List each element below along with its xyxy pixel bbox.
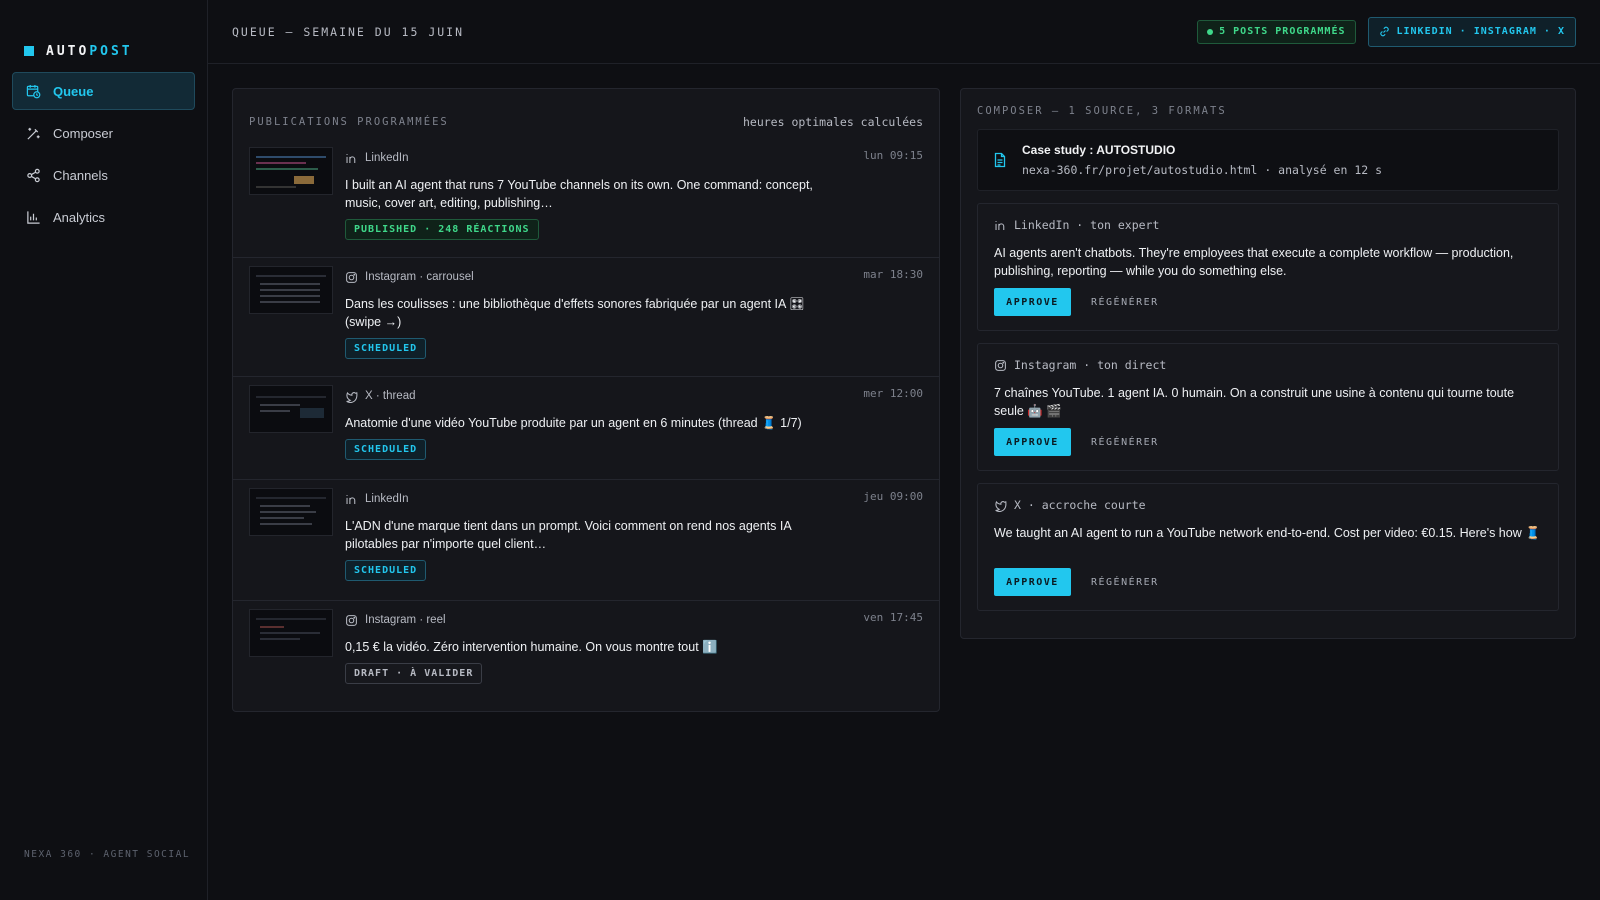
queue-item[interactable]: Instagram · carrousel Dans les coulisses… xyxy=(233,258,939,377)
topbar: QUEUE — SEMAINE DU 15 JUIN 5 POSTS PROGR… xyxy=(208,0,1600,64)
sidebar-footer: NEXA 360 · AGENT SOCIAL xyxy=(24,849,191,860)
queue-panel: PUBLICATIONS PROGRAMMÉES heures optimale… xyxy=(232,88,940,712)
format-text: We taught an AI agent to run a YouTube n… xyxy=(994,526,1541,540)
x-bird-icon xyxy=(995,500,1007,512)
connected-channels-button[interactable]: LINKEDIN · INSTAGRAM · X xyxy=(1367,16,1576,47)
bar-chart-icon xyxy=(27,210,40,224)
composer-panel: COMPOSER — 1 SOURCE, 3 FORMATS Case stud… xyxy=(960,88,1576,639)
status-badge: DRAFT · À VALIDER xyxy=(345,663,483,684)
post-thumbnail xyxy=(249,488,333,536)
post-channel: Instagram · reel xyxy=(365,614,446,626)
sidebar: AUTOPOST Queue Composer Channels Analyti… xyxy=(0,0,208,900)
status-dot-icon xyxy=(1207,28,1214,35)
logo-text: AUTOPOST xyxy=(46,43,133,59)
instagram-icon xyxy=(995,359,1006,371)
queue-item[interactable]: Instagram · reel 0,15 € la vidéo. Zéro i… xyxy=(233,601,939,711)
post-channel: Instagram · carrousel xyxy=(365,271,474,283)
post-thumbnail xyxy=(249,147,333,195)
post-thumbnail xyxy=(249,385,333,433)
linkedin-icon xyxy=(995,220,1005,230)
page-title: QUEUE — SEMAINE DU 15 JUIN xyxy=(232,24,465,39)
topbar-actions: 5 POSTS PROGRAMMÉS LINKEDIN · INSTAGRAM … xyxy=(1197,16,1576,47)
regenerate-button[interactable]: RÉGÉNÉRER xyxy=(1091,577,1159,588)
sidebar-item-label: Queue xyxy=(53,83,94,99)
status-badge: SCHEDULED xyxy=(345,560,427,581)
regenerate-button[interactable]: RÉGÉNÉRER xyxy=(1091,297,1159,308)
share-icon xyxy=(27,168,40,182)
instagram-icon xyxy=(346,271,357,283)
format-text: 7 chaînes YouTube. 1 agent IA. 0 humain.… xyxy=(994,386,1515,418)
sidebar-nav: Queue Composer Channels Analytics xyxy=(0,72,207,236)
scheduled-count-badge[interactable]: 5 POSTS PROGRAMMÉS xyxy=(1197,19,1356,44)
app-logo[interactable]: AUTOPOST xyxy=(0,0,207,72)
magic-wand-icon xyxy=(27,127,40,140)
post-text: L'ADN d'une marque tient dans un prompt.… xyxy=(345,519,792,551)
approve-button[interactable]: APPROVE xyxy=(994,428,1071,456)
status-badge: SCHEDULED xyxy=(345,439,427,460)
queue-panel-title: PUBLICATIONS PROGRAMMÉES xyxy=(249,116,449,128)
scheduled-count-label: 5 POSTS PROGRAMMÉS xyxy=(1219,26,1346,37)
composer-panel-title: COMPOSER — 1 SOURCE, 3 FORMATS xyxy=(977,105,1227,117)
linkedin-icon xyxy=(346,494,356,504)
post-thumbnail xyxy=(249,266,333,314)
main: QUEUE — SEMAINE DU 15 JUIN 5 POSTS PROGR… xyxy=(208,0,1600,900)
sidebar-item-analytics[interactable]: Analytics xyxy=(12,198,195,236)
queue-item[interactable]: LinkedIn L'ADN d'une marque tient dans u… xyxy=(233,480,939,601)
post-text: 0,15 € la vidéo. Zéro intervention humai… xyxy=(345,640,718,654)
instagram-icon xyxy=(346,614,357,626)
regenerate-button[interactable]: RÉGÉNÉRER xyxy=(1091,437,1159,448)
queue-item[interactable]: X · thread Anatomie d'une vidéo YouTube … xyxy=(233,377,939,480)
post-text: I built an AI agent that runs 7 YouTube … xyxy=(345,178,813,210)
format-channel: X · accroche courte xyxy=(1014,498,1146,512)
post-channel: X · thread xyxy=(365,390,416,402)
format-text: AI agents aren't chatbots. They're emplo… xyxy=(994,246,1514,278)
source-meta: nexa-360.fr/projet/autostudio.html · ana… xyxy=(1022,163,1383,177)
connected-channels-label: LINKEDIN · INSTAGRAM · X xyxy=(1396,26,1565,37)
post-channel: LinkedIn xyxy=(365,152,409,164)
sidebar-item-label: Analytics xyxy=(53,209,106,225)
format-card-linkedin: LinkedIn · ton expert AI agents aren't c… xyxy=(977,203,1559,331)
sidebar-item-channels[interactable]: Channels xyxy=(12,156,195,194)
queue-item[interactable]: LinkedIn I built an AI agent that runs 7… xyxy=(233,139,939,258)
source-title: Case study : AUTOSTUDIO xyxy=(1022,143,1176,157)
post-text: Anatomie d'une vidéo YouTube produite pa… xyxy=(345,416,802,430)
post-thumbnail xyxy=(249,609,333,657)
calendar-clock-icon xyxy=(26,84,41,98)
format-channel: Instagram · ton direct xyxy=(1014,358,1167,372)
document-icon xyxy=(994,152,1006,168)
post-channel: LinkedIn xyxy=(365,493,409,505)
x-bird-icon xyxy=(346,391,358,403)
source-card[interactable]: Case study : AUTOSTUDIO nexa-360.fr/proj… xyxy=(977,129,1559,191)
post-text: Dans les coulisses : une bibliothèque d'… xyxy=(345,297,805,329)
status-badge: PUBLISHED · 248 RÉACTIONS xyxy=(345,219,539,240)
post-time: mer 12:00 xyxy=(863,387,923,400)
sidebar-item-composer[interactable]: Composer xyxy=(12,114,195,152)
content: PUBLICATIONS PROGRAMMÉES heures optimale… xyxy=(208,64,1600,712)
post-time: lun 09:15 xyxy=(863,149,923,162)
linkedin-icon xyxy=(346,153,356,163)
status-badge: SCHEDULED xyxy=(345,338,427,359)
post-time: mar 18:30 xyxy=(863,268,923,281)
sidebar-item-label: Channels xyxy=(53,167,108,183)
approve-button[interactable]: APPROVE xyxy=(994,288,1071,316)
optimal-times-note: heures optimales calculées xyxy=(742,115,923,129)
post-time: ven 17:45 xyxy=(863,611,923,624)
sidebar-item-label: Composer xyxy=(53,125,113,141)
link-icon xyxy=(1379,26,1389,37)
queue-panel-header: PUBLICATIONS PROGRAMMÉES heures optimale… xyxy=(233,111,939,133)
approve-button[interactable]: APPROVE xyxy=(994,568,1071,596)
post-time: jeu 09:00 xyxy=(863,490,923,503)
format-channel: LinkedIn · ton expert xyxy=(1014,218,1160,232)
format-card-instagram: Instagram · ton direct 7 chaînes YouTube… xyxy=(977,343,1559,471)
sidebar-item-queue[interactable]: Queue xyxy=(12,72,195,110)
logo-square-icon xyxy=(24,46,34,56)
format-card-x: X · accroche courte We taught an AI agen… xyxy=(977,483,1559,611)
